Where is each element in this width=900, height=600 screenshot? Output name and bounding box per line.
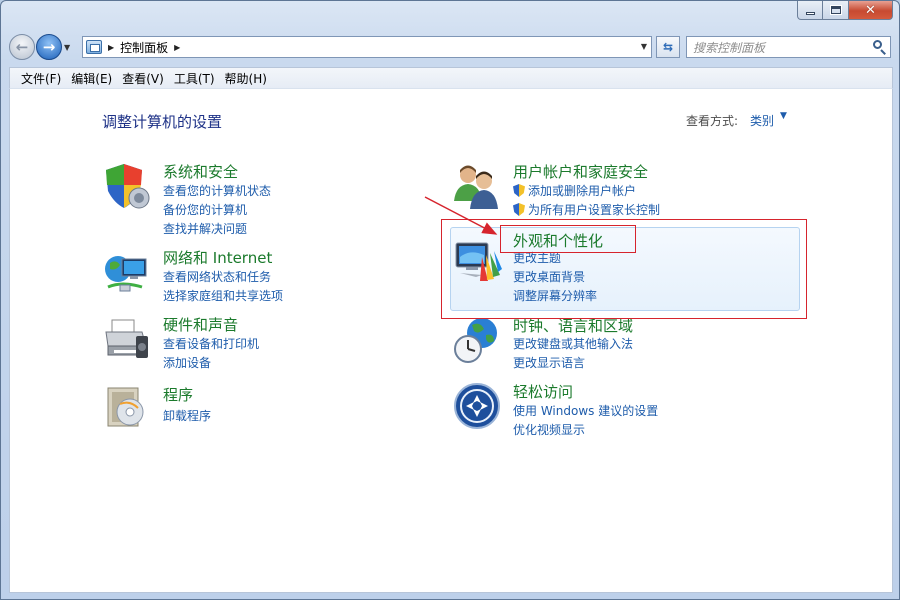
search-icon[interactable] <box>870 38 888 56</box>
link-troubleshoot[interactable]: 查找并解决问题 <box>163 220 247 237</box>
link-add-remove-accounts[interactable]: 添加或删除用户帐户 <box>513 182 636 199</box>
link-add-device[interactable]: 添加设备 <box>163 354 211 371</box>
recent-pages-dropdown[interactable]: ▼ <box>64 43 74 52</box>
content-pane: 调整计算机的设置 查看方式: 类别 ▼ 系统和安全 查看您的计算机状态 备份您的… <box>9 88 893 593</box>
close-button[interactable]: ✕ <box>849 1 893 20</box>
printer-icon <box>105 319 148 358</box>
clock-globe-icon <box>454 318 497 363</box>
maximize-button[interactable] <box>823 1 849 20</box>
page-title: 调整计算机的设置 <box>102 113 223 131</box>
caption-buttons: ✕ <box>797 1 893 20</box>
link-backup-computer[interactable]: 备份您的计算机 <box>163 201 247 218</box>
uac-shield-icon <box>513 184 525 197</box>
annotation-inner-box <box>500 225 636 253</box>
link-view-computer-status[interactable]: 查看您的计算机状态 <box>163 182 271 199</box>
menu-tools[interactable]: 工具(T) <box>169 70 220 87</box>
forward-button[interactable]: → <box>36 34 62 60</box>
refresh-icon: ⇆ <box>662 40 674 54</box>
network-icon <box>105 256 147 292</box>
category-network-internet[interactable]: 网络和 Internet <box>163 247 272 268</box>
refresh-button[interactable]: ⇆ <box>656 36 680 58</box>
minimize-button[interactable] <box>797 1 823 20</box>
maximize-icon <box>829 5 842 15</box>
uac-shield-icon <box>513 203 525 216</box>
link-change-display-language[interactable]: 更改显示语言 <box>513 354 585 371</box>
control-panel-window: ✕ ← → ▼ ▶ 控制面板 ▶ ▼ ⇆ 搜索控制面板 文件(F) 编辑(E) … <box>0 0 900 600</box>
view-by-label: 查看方式: <box>686 114 739 128</box>
back-arrow-icon: ← <box>15 37 29 56</box>
category-ease-of-access[interactable]: 轻松访问 <box>513 381 573 402</box>
menu-view[interactable]: 查看(V) <box>117 70 169 87</box>
users-icon <box>454 165 498 209</box>
category-user-accounts[interactable]: 用户帐户和家庭安全 <box>513 161 648 182</box>
ease-of-access-icon <box>454 383 500 429</box>
back-button[interactable]: ← <box>9 34 35 60</box>
breadcrumb-chevron-icon[interactable]: ▶ <box>174 43 180 52</box>
link-parental-controls[interactable]: 为所有用户设置家长控制 <box>513 201 660 218</box>
menu-bar: 文件(F) 编辑(E) 查看(V) 工具(T) 帮助(H) <box>9 67 893 88</box>
address-dropdown-icon[interactable]: ▼ <box>641 42 647 51</box>
breadcrumb-chevron-icon[interactable]: ▶ <box>108 43 114 52</box>
link-network-status[interactable]: 查看网络状态和任务 <box>163 268 271 285</box>
link-uninstall-program[interactable]: 卸载程序 <box>163 407 211 424</box>
navigation-bar: ← → ▼ ▶ 控制面板 ▶ ▼ ⇆ 搜索控制面板 <box>9 32 893 62</box>
link-optimize-video-display[interactable]: 优化视频显示 <box>513 421 585 438</box>
link-devices-printers[interactable]: 查看设备和打印机 <box>163 335 259 352</box>
link-windows-recommended-settings[interactable]: 使用 Windows 建议的设置 <box>513 402 658 419</box>
breadcrumb-control-panel[interactable]: 控制面板 <box>120 39 168 56</box>
control-panel-icon <box>86 40 102 54</box>
programs-icon <box>107 387 144 427</box>
view-by-dropdown[interactable]: 类别 <box>750 112 774 129</box>
menu-help[interactable]: 帮助(H) <box>220 70 272 87</box>
address-bar[interactable]: ▶ 控制面板 ▶ ▼ <box>82 36 652 58</box>
menu-file[interactable]: 文件(F) <box>16 70 66 87</box>
search-input[interactable]: 搜索控制面板 <box>693 39 870 56</box>
category-hardware-sound[interactable]: 硬件和声音 <box>163 314 238 335</box>
search-box[interactable]: 搜索控制面板 <box>686 36 891 58</box>
category-system-security[interactable]: 系统和安全 <box>163 161 238 182</box>
menu-edit[interactable]: 编辑(E) <box>66 70 117 87</box>
category-programs[interactable]: 程序 <box>163 384 193 405</box>
close-icon: ✕ <box>865 2 876 18</box>
minimize-icon <box>805 11 815 15</box>
link-homegroup-sharing[interactable]: 选择家庭组和共享选项 <box>163 287 283 304</box>
shield-icon <box>106 164 150 209</box>
link-change-keyboard[interactable]: 更改键盘或其他输入法 <box>513 335 633 352</box>
forward-arrow-icon: → <box>42 37 56 56</box>
view-by-caret-icon[interactable]: ▼ <box>780 111 787 121</box>
